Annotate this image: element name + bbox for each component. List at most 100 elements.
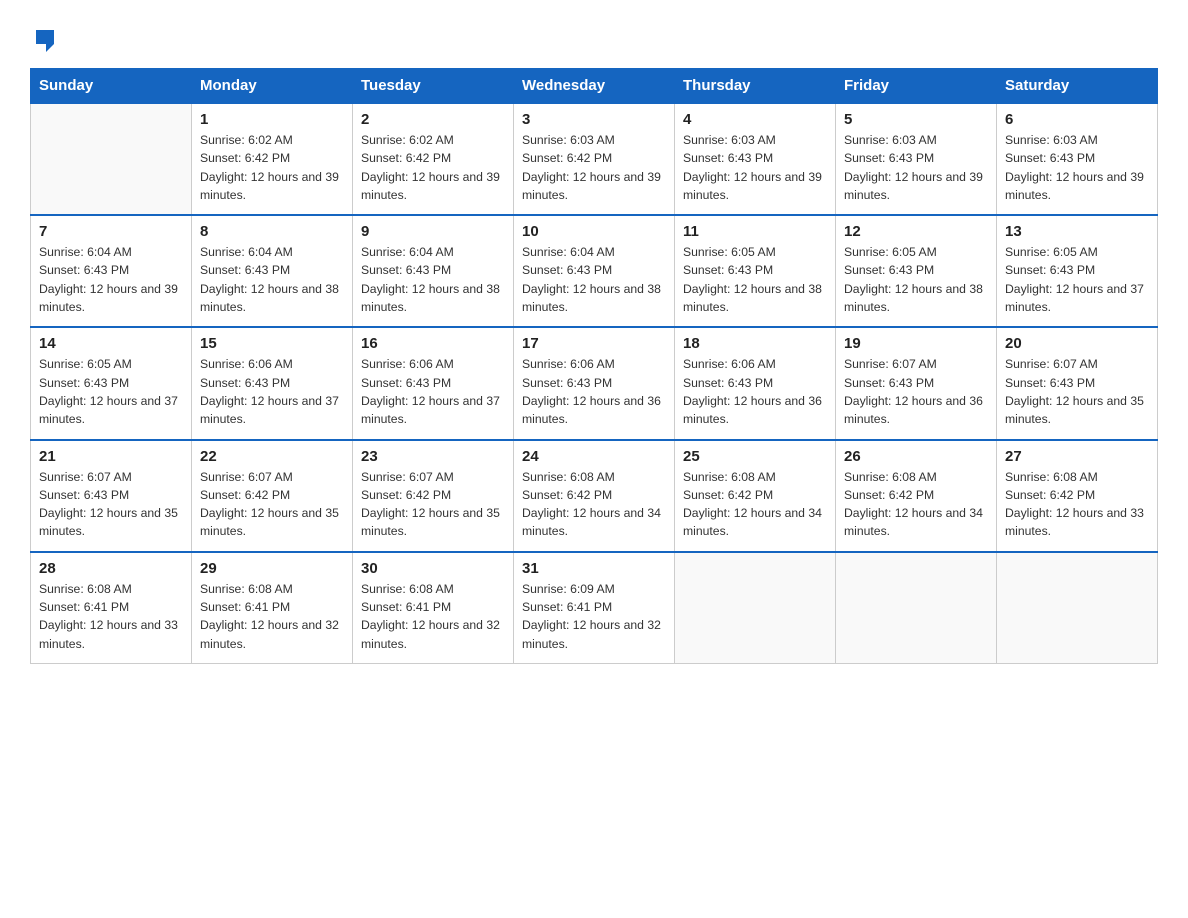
calendar-cell: 11 Sunrise: 6:05 AMSunset: 6:43 PMDayligh…: [675, 215, 836, 327]
day-number: 2: [361, 111, 505, 128]
calendar-cell: 31Sunrise: 6:09 AMSunset: 6:41 PMDayligh…: [514, 552, 675, 664]
calendar-cell: 2 Sunrise: 6:02 AMSunset: 6:42 PMDaylight…: [353, 103, 514, 215]
day-info: Sunrise: 6:06 AMSunset: 6:43 PMDaylight:…: [200, 355, 344, 428]
calendar-cell: 9 Sunrise: 6:04 AMSunset: 6:43 PMDaylight…: [353, 215, 514, 327]
day-number: 8: [200, 223, 344, 240]
day-number: 14: [39, 335, 183, 352]
day-info: Sunrise: 6:03 AMSunset: 6:42 PMDaylight:…: [522, 131, 666, 204]
day-info: Sunrise: 6:06 AMSunset: 6:43 PMDaylight:…: [361, 355, 505, 428]
day-info: Sunrise: 6:05 AMSunset: 6:43 PMDaylight:…: [683, 243, 827, 316]
logo-arrow-icon: [32, 26, 60, 54]
calendar-week-row: 28 Sunrise: 6:08 AMSunset: 6:41 PMDayligh…: [31, 552, 1158, 664]
day-number: 18: [683, 335, 827, 352]
day-of-week-header: Tuesday: [353, 69, 514, 104]
day-info: Sunrise: 6:07 AMSunset: 6:43 PMDaylight:…: [39, 468, 183, 541]
calendar-cell: 29 Sunrise: 6:08 AMSunset: 6:41 PMDayligh…: [192, 552, 353, 664]
calendar-cell: [675, 552, 836, 664]
day-info: Sunrise: 6:08 AMSunset: 6:42 PMDaylight:…: [522, 468, 666, 541]
day-number: 23: [361, 448, 505, 465]
calendar-cell: 18 Sunrise: 6:06 AMSunset: 6:43 PMDayligh…: [675, 327, 836, 439]
day-info: Sunrise: 6:04 AMSunset: 6:43 PMDaylight:…: [200, 243, 344, 316]
day-number: 12: [844, 223, 988, 240]
day-number: 25: [683, 448, 827, 465]
day-info: Sunrise: 6:04 AMSunset: 6:43 PMDaylight:…: [39, 243, 183, 316]
day-info: Sunrise: 6:06 AMSunset: 6:43 PMDaylight:…: [683, 355, 827, 428]
day-of-week-header: Thursday: [675, 69, 836, 104]
day-number: 29: [200, 560, 344, 577]
calendar-cell: 27Sunrise: 6:08 AMSunset: 6:42 PMDayligh…: [997, 440, 1158, 552]
day-info: Sunrise: 6:02 AMSunset: 6:42 PMDaylight:…: [361, 131, 505, 204]
logo: [30, 26, 60, 50]
day-info: Sunrise: 6:08 AMSunset: 6:41 PMDaylight:…: [200, 580, 344, 653]
day-number: 3: [522, 111, 666, 128]
day-of-week-header: Saturday: [997, 69, 1158, 104]
calendar-cell: 1 Sunrise: 6:02 AMSunset: 6:42 PMDaylight…: [192, 103, 353, 215]
day-number: 10: [522, 223, 666, 240]
calendar-cell: 7 Sunrise: 6:04 AMSunset: 6:43 PMDaylight…: [31, 215, 192, 327]
day-number: 5: [844, 111, 988, 128]
day-info: Sunrise: 6:08 AMSunset: 6:42 PMDaylight:…: [1005, 468, 1149, 541]
day-number: 21: [39, 448, 183, 465]
day-number: 22: [200, 448, 344, 465]
day-number: 26: [844, 448, 988, 465]
day-info: Sunrise: 6:03 AMSunset: 6:43 PMDaylight:…: [1005, 131, 1149, 204]
calendar-cell: 16 Sunrise: 6:06 AMSunset: 6:43 PMDayligh…: [353, 327, 514, 439]
day-of-week-header: Monday: [192, 69, 353, 104]
day-info: Sunrise: 6:05 AMSunset: 6:43 PMDaylight:…: [39, 355, 183, 428]
calendar-header-row: SundayMondayTuesdayWednesdayThursdayFrid…: [31, 69, 1158, 104]
day-info: Sunrise: 6:02 AMSunset: 6:42 PMDaylight:…: [200, 131, 344, 204]
calendar-cell: 3 Sunrise: 6:03 AMSunset: 6:42 PMDaylight…: [514, 103, 675, 215]
day-number: 4: [683, 111, 827, 128]
day-number: 11: [683, 223, 827, 240]
calendar-week-row: 21 Sunrise: 6:07 AMSunset: 6:43 PMDayligh…: [31, 440, 1158, 552]
day-info: Sunrise: 6:08 AMSunset: 6:41 PMDaylight:…: [361, 580, 505, 653]
calendar-cell: 13 Sunrise: 6:05 AMSunset: 6:43 PMDayligh…: [997, 215, 1158, 327]
day-info: Sunrise: 6:07 AMSunset: 6:43 PMDaylight:…: [844, 355, 988, 428]
calendar-cell: [31, 103, 192, 215]
day-of-week-header: Friday: [836, 69, 997, 104]
calendar-cell: [836, 552, 997, 664]
day-info: Sunrise: 6:08 AMSunset: 6:41 PMDaylight:…: [39, 580, 183, 653]
day-number: 1: [200, 111, 344, 128]
calendar-cell: 28 Sunrise: 6:08 AMSunset: 6:41 PMDayligh…: [31, 552, 192, 664]
day-info: Sunrise: 6:05 AMSunset: 6:43 PMDaylight:…: [1005, 243, 1149, 316]
day-number: 17: [522, 335, 666, 352]
calendar-week-row: 14 Sunrise: 6:05 AMSunset: 6:43 PMDayligh…: [31, 327, 1158, 439]
day-number: 9: [361, 223, 505, 240]
day-info: Sunrise: 6:04 AMSunset: 6:43 PMDaylight:…: [361, 243, 505, 316]
calendar-cell: 12 Sunrise: 6:05 AMSunset: 6:43 PMDayligh…: [836, 215, 997, 327]
calendar-cell: 26 Sunrise: 6:08 AMSunset: 6:42 PMDayligh…: [836, 440, 997, 552]
day-info: Sunrise: 6:03 AMSunset: 6:43 PMDaylight:…: [844, 131, 988, 204]
day-number: 20: [1005, 335, 1149, 352]
day-number: 7: [39, 223, 183, 240]
calendar-cell: 10 Sunrise: 6:04 AMSunset: 6:43 PMDayligh…: [514, 215, 675, 327]
day-number: 15: [200, 335, 344, 352]
calendar-cell: 21 Sunrise: 6:07 AMSunset: 6:43 PMDayligh…: [31, 440, 192, 552]
day-number: 13: [1005, 223, 1149, 240]
day-info: Sunrise: 6:03 AMSunset: 6:43 PMDaylight:…: [683, 131, 827, 204]
calendar-cell: 20Sunrise: 6:07 AMSunset: 6:43 PMDayligh…: [997, 327, 1158, 439]
day-number: 6: [1005, 111, 1149, 128]
calendar-cell: 4 Sunrise: 6:03 AMSunset: 6:43 PMDaylight…: [675, 103, 836, 215]
calendar-cell: 24 Sunrise: 6:08 AMSunset: 6:42 PMDayligh…: [514, 440, 675, 552]
calendar-cell: 6 Sunrise: 6:03 AMSunset: 6:43 PMDaylight…: [997, 103, 1158, 215]
day-number: 19: [844, 335, 988, 352]
day-number: 16: [361, 335, 505, 352]
calendar-cell: 22 Sunrise: 6:07 AMSunset: 6:42 PMDayligh…: [192, 440, 353, 552]
day-info: Sunrise: 6:08 AMSunset: 6:42 PMDaylight:…: [683, 468, 827, 541]
calendar-cell: 23Sunrise: 6:07 AMSunset: 6:42 PMDayligh…: [353, 440, 514, 552]
day-info: Sunrise: 6:08 AMSunset: 6:42 PMDaylight:…: [844, 468, 988, 541]
day-of-week-header: Wednesday: [514, 69, 675, 104]
calendar-cell: [997, 552, 1158, 664]
day-info: Sunrise: 6:05 AMSunset: 6:43 PMDaylight:…: [844, 243, 988, 316]
day-number: 28: [39, 560, 183, 577]
day-info: Sunrise: 6:04 AMSunset: 6:43 PMDaylight:…: [522, 243, 666, 316]
calendar-cell: 25 Sunrise: 6:08 AMSunset: 6:42 PMDayligh…: [675, 440, 836, 552]
day-number: 24: [522, 448, 666, 465]
calendar-cell: 15 Sunrise: 6:06 AMSunset: 6:43 PMDayligh…: [192, 327, 353, 439]
calendar-cell: 30Sunrise: 6:08 AMSunset: 6:41 PMDayligh…: [353, 552, 514, 664]
day-info: Sunrise: 6:07 AMSunset: 6:42 PMDaylight:…: [200, 468, 344, 541]
calendar-cell: 17Sunrise: 6:06 AMSunset: 6:43 PMDayligh…: [514, 327, 675, 439]
day-number: 31: [522, 560, 666, 577]
calendar-week-row: 7 Sunrise: 6:04 AMSunset: 6:43 PMDaylight…: [31, 215, 1158, 327]
